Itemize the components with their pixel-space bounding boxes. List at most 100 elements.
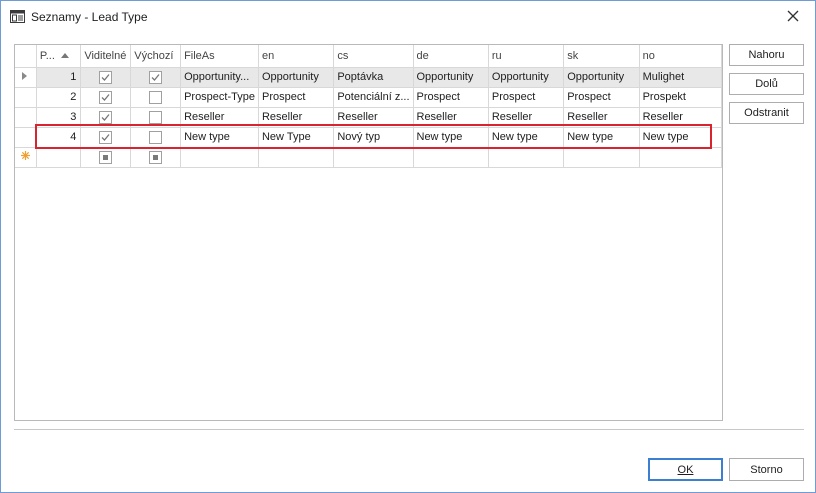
column-header-label: Výchozí [134, 49, 174, 62]
row-indicator[interactable] [15, 67, 37, 88]
cell-visible[interactable] [80, 147, 132, 168]
row-indicator[interactable] [15, 147, 37, 168]
visible-checkbox[interactable] [99, 90, 113, 104]
cell-cs[interactable]: Reseller [333, 107, 414, 128]
visible-checkbox[interactable] [99, 130, 113, 144]
default-checkbox[interactable] [149, 130, 163, 144]
cell-fileas[interactable]: Opportunity... [180, 67, 259, 88]
remove-button[interactable]: Odstranit [729, 102, 804, 124]
cell-en[interactable]: Reseller [258, 107, 335, 128]
cell-fileas[interactable]: Prospect-Type [180, 87, 259, 108]
cell-order[interactable]: 3 [36, 107, 82, 128]
table-row[interactable]: 3 Reseller Reseller Reseller Reseller Re… [15, 107, 722, 128]
table-row[interactable]: 2 Prospect-Type Prospect Potenciální z..… [15, 87, 722, 108]
cell-ru[interactable]: Reseller [488, 107, 565, 128]
cell-visible[interactable] [80, 107, 132, 128]
cell-sk[interactable]: Opportunity [563, 67, 640, 88]
cell-fileas[interactable]: New type [180, 127, 259, 148]
cell-en[interactable]: New Type [258, 127, 335, 148]
row-indicator[interactable] [15, 127, 37, 148]
title-bar: Seznamy - Lead Type [1, 1, 815, 32]
cell-no[interactable]: Reseller [639, 107, 722, 128]
table-row[interactable]: 4 New type New Type Nový typ New type Ne… [15, 127, 722, 148]
cell-no[interactable]: New type [639, 127, 722, 148]
column-header-de[interactable]: de [413, 45, 489, 68]
row-indicator[interactable] [15, 87, 37, 108]
cell-order[interactable]: 2 [36, 87, 82, 108]
visible-checkbox[interactable] [99, 110, 113, 124]
close-icon [787, 10, 799, 25]
column-header-cs[interactable]: cs [333, 45, 414, 68]
cell-default[interactable] [130, 127, 182, 148]
column-header-no[interactable]: no [639, 45, 722, 68]
cell-visible[interactable] [80, 87, 132, 108]
column-header-label: FileAs [184, 49, 215, 62]
column-header-label: de [416, 49, 429, 62]
cell-de[interactable] [413, 147, 489, 168]
cell-fileas[interactable] [180, 147, 259, 168]
default-checkbox[interactable] [149, 90, 163, 104]
default-checkbox[interactable] [149, 70, 163, 84]
cell-cs[interactable] [333, 147, 414, 168]
cell-sk[interactable]: New type [563, 127, 640, 148]
visible-checkbox[interactable] [99, 70, 113, 84]
visible-checkbox[interactable] [99, 150, 113, 164]
dialog-window: Seznamy - Lead Type P... Viditelné Výcho… [0, 0, 816, 493]
cell-de[interactable]: Opportunity [413, 67, 489, 88]
cell-order[interactable]: 4 [36, 127, 82, 148]
cell-ru[interactable]: Prospect [488, 87, 565, 108]
column-header-order[interactable]: P... [36, 45, 82, 68]
cancel-button[interactable]: Storno [729, 458, 804, 481]
lead-type-grid[interactable]: P... Viditelné Výchozí FileAs en cs de r… [14, 44, 723, 421]
cell-cs[interactable]: Potenciální z... [333, 87, 414, 108]
table-row[interactable]: 1 Opportunity... Opportunity Poptávka Op… [15, 67, 722, 88]
default-checkbox[interactable] [149, 150, 163, 164]
column-header-visible[interactable]: Viditelné [80, 45, 132, 68]
cell-de[interactable]: Reseller [413, 107, 489, 128]
cell-sk[interactable]: Reseller [563, 107, 640, 128]
new-item-row[interactable] [15, 147, 722, 168]
cell-no[interactable]: Prospekt [639, 87, 722, 108]
cell-ru[interactable]: New type [488, 127, 565, 148]
cell-default[interactable] [130, 147, 182, 168]
cell-cs[interactable]: Nový typ [333, 127, 414, 148]
cell-default[interactable] [130, 67, 182, 88]
column-header-sk[interactable]: sk [563, 45, 640, 68]
column-header-label: no [642, 49, 655, 62]
cell-no[interactable]: Mulighet [639, 67, 722, 88]
cell-fileas[interactable]: Reseller [180, 107, 259, 128]
ok-button-label: OK [677, 463, 694, 476]
move-up-button[interactable]: Nahoru [729, 44, 804, 66]
column-header-en[interactable]: en [258, 45, 335, 68]
cell-visible[interactable] [80, 127, 132, 148]
cell-de[interactable]: Prospect [413, 87, 489, 108]
cell-en[interactable]: Prospect [258, 87, 335, 108]
cell-en[interactable] [258, 147, 335, 168]
ok-button[interactable]: OK [648, 458, 723, 481]
cell-default[interactable] [130, 87, 182, 108]
column-header-default[interactable]: Výchozí [130, 45, 182, 68]
cell-no[interactable] [639, 147, 722, 168]
cell-order[interactable]: 1 [36, 67, 82, 88]
cell-cs[interactable]: Poptávka [333, 67, 414, 88]
cell-default[interactable] [130, 107, 182, 128]
cell-visible[interactable] [80, 67, 132, 88]
move-down-button[interactable]: Dolů [729, 73, 804, 95]
list-form-icon [10, 10, 25, 23]
cell-en[interactable]: Opportunity [258, 67, 335, 88]
cell-de[interactable]: New type [413, 127, 489, 148]
cell-sk[interactable]: Prospect [563, 87, 640, 108]
cell-ru[interactable]: Opportunity [488, 67, 565, 88]
close-button[interactable] [779, 4, 807, 30]
sort-ascending-icon [60, 53, 69, 59]
new-row-star-icon [20, 151, 30, 163]
row-indicator[interactable] [15, 107, 37, 128]
cell-ru[interactable] [488, 147, 565, 168]
default-checkbox[interactable] [149, 110, 163, 124]
cell-sk[interactable] [563, 147, 640, 168]
cell-order[interactable] [36, 147, 82, 168]
column-header-fileas[interactable]: FileAs [180, 45, 259, 68]
column-header-label: P... [39, 49, 55, 62]
window-title: Seznamy - Lead Type [31, 10, 148, 24]
column-header-ru[interactable]: ru [488, 45, 565, 68]
